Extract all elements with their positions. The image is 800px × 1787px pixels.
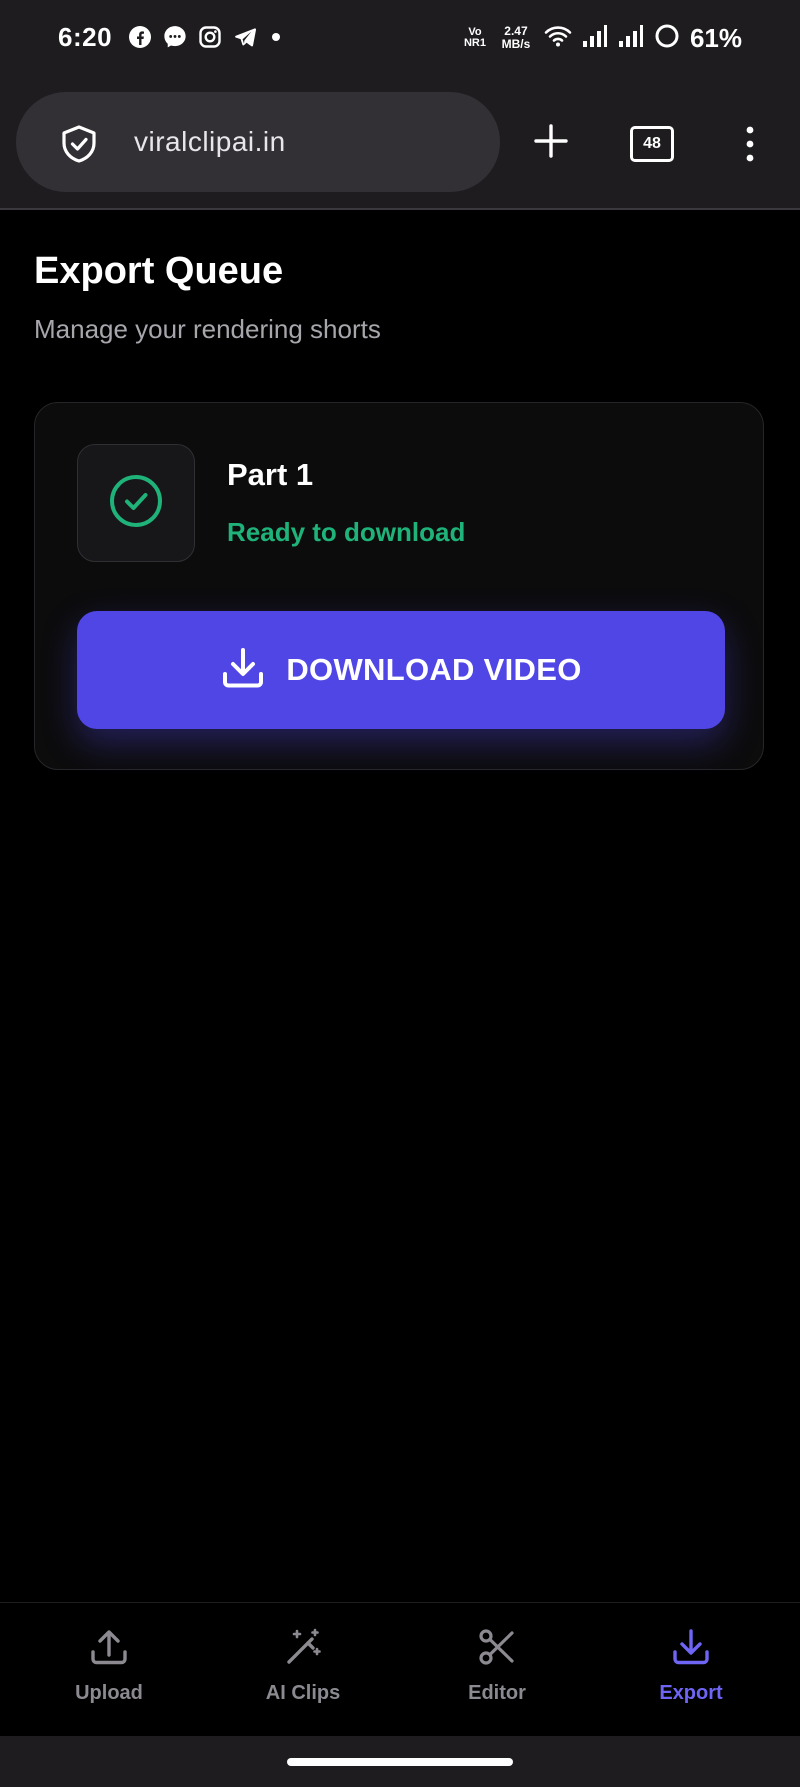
signal-icon [618, 24, 644, 53]
browser-toolbar: viralclipai.in 48 [0, 78, 800, 210]
upload-icon [89, 1627, 129, 1672]
nav-editor[interactable]: Editor [417, 1627, 577, 1719]
notification-icons [128, 24, 284, 50]
dot-icon [268, 29, 284, 45]
page-subtitle: Manage your rendering shorts [34, 314, 381, 344]
tab-switcher-button[interactable]: 48 [630, 126, 674, 162]
download-video-button[interactable]: DOWNLOAD VIDEO [77, 611, 725, 729]
status-bar: 6:20 Vo NR1 2.47 MB/s 61% [0, 0, 800, 78]
wifi-icon [544, 24, 572, 53]
export-queue-card: Part 1 Ready to download DOWNLOAD VIDEO [34, 402, 764, 770]
status-thumbnail [77, 444, 195, 562]
download-icon [671, 1627, 711, 1672]
screen: 6:20 Vo NR1 2.47 MB/s 61% viralclipai.in… [0, 0, 800, 1787]
telegram-icon [232, 25, 258, 49]
check-circle-icon [108, 473, 164, 534]
home-gesture-handle[interactable] [287, 1758, 513, 1766]
shield-check-icon[interactable] [60, 124, 98, 169]
nav-upload[interactable]: Upload [29, 1627, 189, 1719]
nav-export[interactable]: Export [611, 1627, 771, 1719]
url-text[interactable]: viralclipai.in [134, 126, 286, 158]
battery-ring-icon [654, 23, 680, 54]
nav-ai-clips[interactable]: AI Clips [223, 1627, 383, 1719]
status-time: 6:20 [58, 22, 113, 52]
scissors-icon [477, 1627, 517, 1672]
magic-wand-icon [283, 1627, 323, 1672]
volte-indicator: Vo NR1 [463, 26, 486, 49]
new-tab-button[interactable] [532, 122, 570, 165]
bottom-nav: Upload AI Clips Editor Export [0, 1602, 800, 1737]
address-bar[interactable]: viralclipai.in [16, 92, 500, 192]
queue-item-status: Ready to download [227, 517, 466, 547]
gesture-bar-area [0, 1736, 800, 1787]
download-button-label: DOWNLOAD VIDEO [286, 652, 582, 687]
signal-icon [582, 24, 608, 53]
facebook-icon [128, 25, 152, 49]
battery-percent: 61% [689, 22, 742, 53]
more-options-icon[interactable] [742, 124, 758, 169]
system-indicators: Vo NR1 2.47 MB/s 61% [462, 20, 742, 56]
instagram-icon [198, 25, 222, 49]
page-title: Export Queue [34, 250, 284, 292]
queue-item-title: Part 1 [227, 457, 314, 492]
messenger-icon [162, 24, 188, 50]
download-icon [220, 645, 266, 696]
net-speed: 2.47 MB/s [501, 24, 531, 51]
